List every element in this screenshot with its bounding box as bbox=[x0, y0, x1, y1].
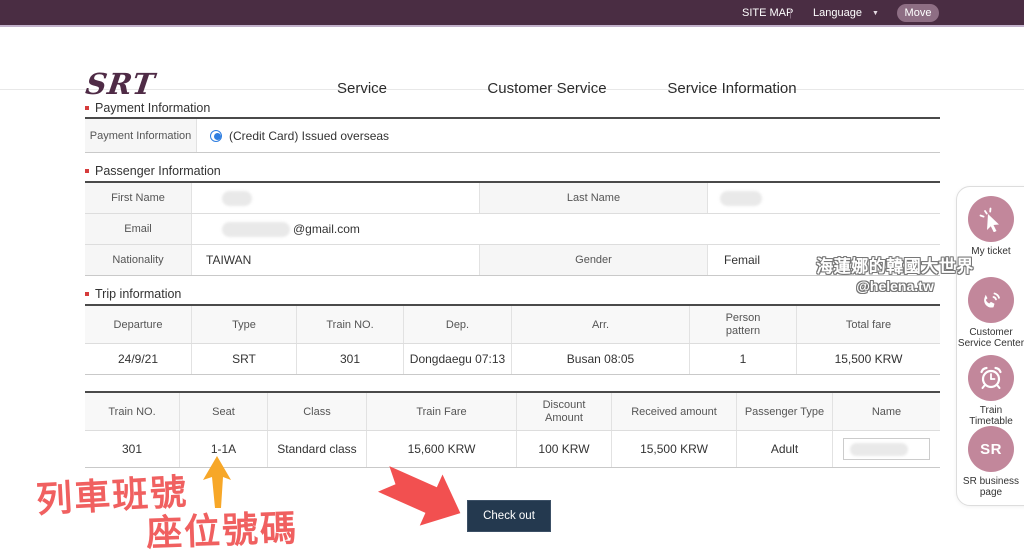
sidebar-item-label: Train Timetable bbox=[957, 405, 1024, 427]
seat-table: Train NO. Seat Class Train Fare Discount… bbox=[85, 391, 940, 468]
nav-customer-service[interactable]: Customer Service bbox=[487, 80, 606, 97]
trip-row: 24/9/21 SRT 301 Dongdaegu 07:13 Busan 08… bbox=[85, 344, 940, 375]
payment-section-title: Payment Information bbox=[85, 101, 210, 115]
credit-card-radio[interactable] bbox=[210, 130, 222, 142]
data-cell: 1 bbox=[690, 344, 797, 374]
sidebar-item-label: Customer Service Center bbox=[957, 327, 1024, 349]
check-out-button[interactable]: Check out bbox=[467, 500, 551, 532]
header-cell: Received amount bbox=[612, 393, 737, 430]
data-cell: 15,600 KRW bbox=[367, 431, 517, 467]
nationality-label: Nationality bbox=[85, 245, 192, 275]
data-cell: 100 KRW bbox=[517, 431, 612, 467]
name-cell bbox=[833, 431, 940, 467]
section-bullet-icon bbox=[85, 106, 89, 110]
redacted-last-name bbox=[720, 191, 762, 206]
header-cell: Person pattern bbox=[690, 306, 797, 343]
data-cell: 301 bbox=[85, 431, 180, 467]
first-name-label: First Name bbox=[85, 183, 192, 213]
header-cell: Train Fare bbox=[367, 393, 517, 430]
data-cell: Dongdaegu 07:13 bbox=[404, 344, 512, 374]
email-domain: @gmail.com bbox=[293, 222, 360, 236]
header-cell: Type bbox=[192, 306, 297, 343]
header-cell: Arr. bbox=[512, 306, 690, 343]
redacted-name bbox=[850, 443, 908, 456]
header-cell: Train NO. bbox=[297, 306, 404, 343]
sidebar-item-customer-service[interactable]: Customer Service Center bbox=[957, 277, 1024, 349]
header-cell: Dep. bbox=[404, 306, 512, 343]
gender-label: Gender bbox=[480, 245, 708, 275]
annotation-seat-number: 座位號碼 bbox=[145, 499, 299, 551]
data-cell: 15,500 KRW bbox=[612, 431, 737, 467]
trip-table: Departure Type Train NO. Dep. Arr. Perso… bbox=[85, 304, 940, 375]
data-cell: 301 bbox=[297, 344, 404, 374]
header-cell: Discount Amount bbox=[517, 393, 612, 430]
last-name-label: Last Name bbox=[480, 183, 708, 213]
trip-section-title: Trip information bbox=[85, 287, 181, 301]
nav-service-information[interactable]: Service Information bbox=[667, 80, 796, 97]
section-bullet-icon bbox=[85, 292, 89, 296]
sidebar-item-my-ticket[interactable]: My ticket bbox=[957, 196, 1024, 257]
header-cell: Name bbox=[833, 393, 940, 430]
site-header: SRT Service Customer Service Service Inf… bbox=[0, 29, 1024, 90]
data-cell: Busan 08:05 bbox=[512, 344, 690, 374]
first-name-value bbox=[192, 183, 480, 213]
chevron-down-icon[interactable]: ▼ bbox=[872, 10, 879, 17]
top-utility-bar: SITE MAP | Language ▼ Move bbox=[0, 0, 1024, 27]
data-cell: Standard class bbox=[268, 431, 367, 467]
header-cell: Passenger Type bbox=[737, 393, 833, 430]
email-value: @gmail.com bbox=[192, 214, 940, 244]
email-label: Email bbox=[85, 214, 192, 244]
passenger-section-title: Passenger Information bbox=[85, 164, 221, 178]
alarm-clock-icon bbox=[968, 355, 1014, 401]
redacted-email-user bbox=[222, 222, 290, 237]
move-button[interactable]: Move bbox=[897, 4, 939, 22]
phone-icon bbox=[968, 277, 1014, 323]
header-cell: Seat bbox=[180, 393, 268, 430]
seat-number-cell: 1-1A bbox=[180, 431, 268, 467]
sitemap-link[interactable]: SITE MAP bbox=[742, 7, 793, 19]
sidebar-item-train-timetable[interactable]: Train Timetable bbox=[957, 355, 1024, 427]
redacted-first-name bbox=[222, 191, 252, 206]
sr-icon: SR bbox=[968, 426, 1014, 472]
sidebar-item-label: SR business page bbox=[957, 476, 1024, 498]
seat-row: 301 1-1A Standard class 15,600 KRW 100 K… bbox=[85, 431, 940, 468]
cursor-click-icon bbox=[968, 196, 1014, 242]
data-cell: SRT bbox=[192, 344, 297, 374]
quick-menu-sidebar: My ticket Customer Service Center bbox=[956, 186, 1024, 506]
annotation-train-number: 列車班號 bbox=[35, 463, 190, 523]
payment-row-label: Payment Information bbox=[85, 119, 197, 152]
data-cell: Adult bbox=[737, 431, 833, 467]
data-cell: 24/9/21 bbox=[85, 344, 192, 374]
srt-logo[interactable]: SRT bbox=[84, 67, 158, 101]
srt-booking-page: SITE MAP | Language ▼ Move SRT Service C… bbox=[0, 0, 1024, 551]
topbar-divider: | bbox=[789, 7, 792, 19]
header-cell: Class bbox=[268, 393, 367, 430]
data-cell: 15,500 KRW bbox=[797, 344, 940, 374]
sidebar-item-sr-business[interactable]: SR SR business page bbox=[957, 426, 1024, 498]
nav-service[interactable]: Service bbox=[337, 80, 387, 97]
passenger-table: First Name Last Name Email @gmail.com Na… bbox=[85, 181, 940, 276]
payment-option-label: (Credit Card) Issued overseas bbox=[229, 129, 389, 143]
red-right-arrow bbox=[380, 468, 480, 543]
nationality-value: TAIWAN bbox=[192, 245, 480, 275]
sidebar-item-label: My ticket bbox=[957, 246, 1024, 257]
last-name-value bbox=[708, 183, 940, 213]
gender-value: Femail bbox=[708, 245, 940, 275]
payment-table: Payment Information (Credit Card) Issued… bbox=[85, 117, 940, 153]
name-input[interactable] bbox=[843, 438, 930, 460]
payment-option-cell: (Credit Card) Issued overseas bbox=[197, 119, 940, 152]
header-cell: Departure bbox=[85, 306, 192, 343]
header-cell: Total fare bbox=[797, 306, 940, 343]
section-bullet-icon bbox=[85, 169, 89, 173]
language-menu[interactable]: Language bbox=[813, 7, 862, 19]
header-cell: Train NO. bbox=[85, 393, 180, 430]
